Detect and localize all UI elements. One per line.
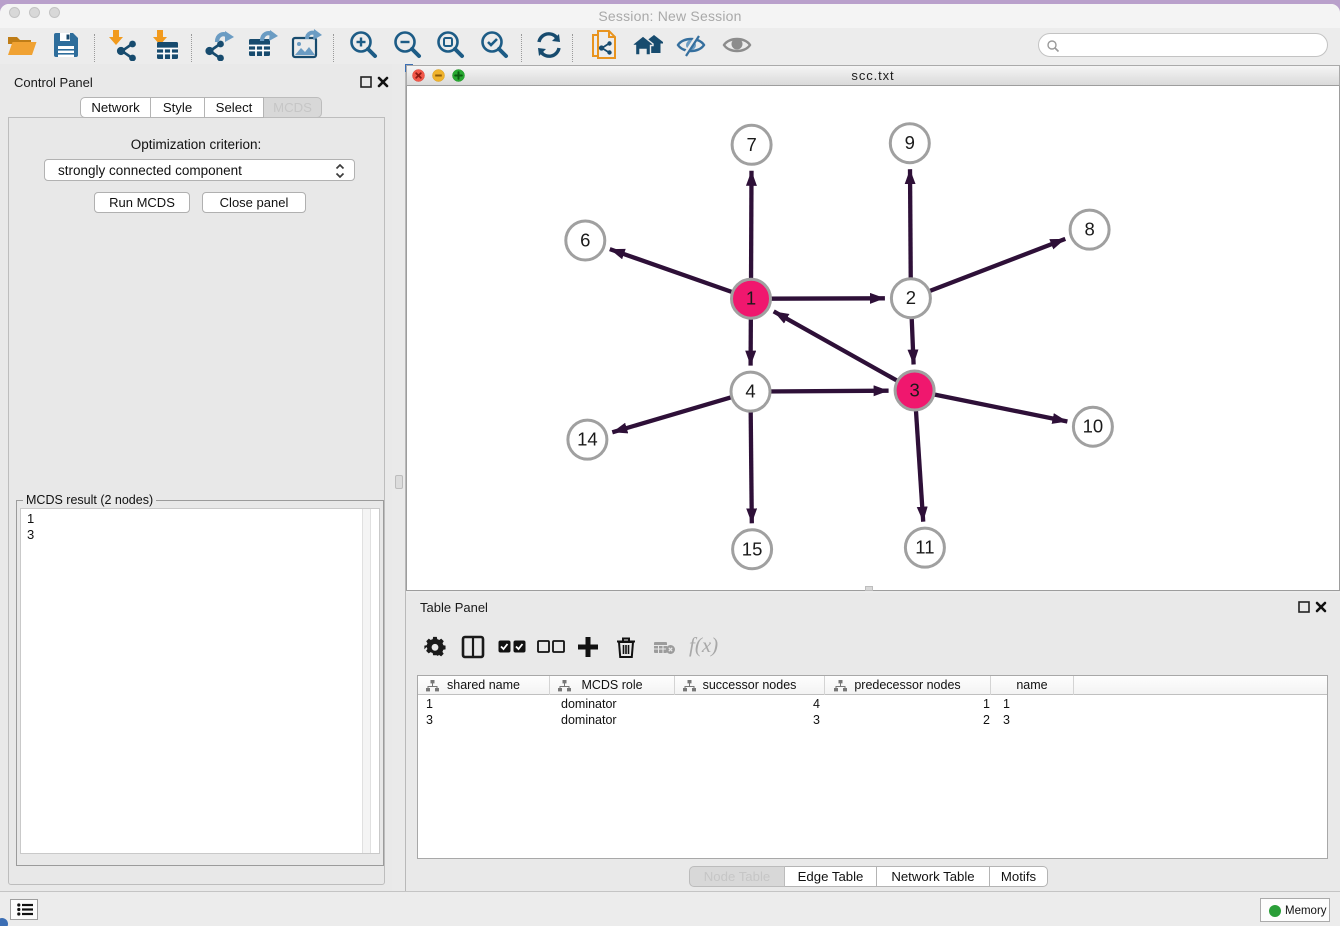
svg-text:11: 11 (915, 537, 934, 558)
svg-text:9: 9 (905, 132, 915, 153)
svg-text:8: 8 (1084, 219, 1094, 240)
svg-text:2: 2 (906, 287, 916, 308)
svg-text:1: 1 (746, 288, 756, 309)
svg-text:10: 10 (1083, 416, 1104, 437)
svg-text:7: 7 (746, 134, 756, 155)
svg-text:6: 6 (580, 230, 590, 251)
svg-text:14: 14 (577, 429, 598, 450)
svg-text:3: 3 (909, 380, 919, 401)
svg-text:4: 4 (745, 381, 755, 402)
svg-text:15: 15 (742, 538, 763, 559)
